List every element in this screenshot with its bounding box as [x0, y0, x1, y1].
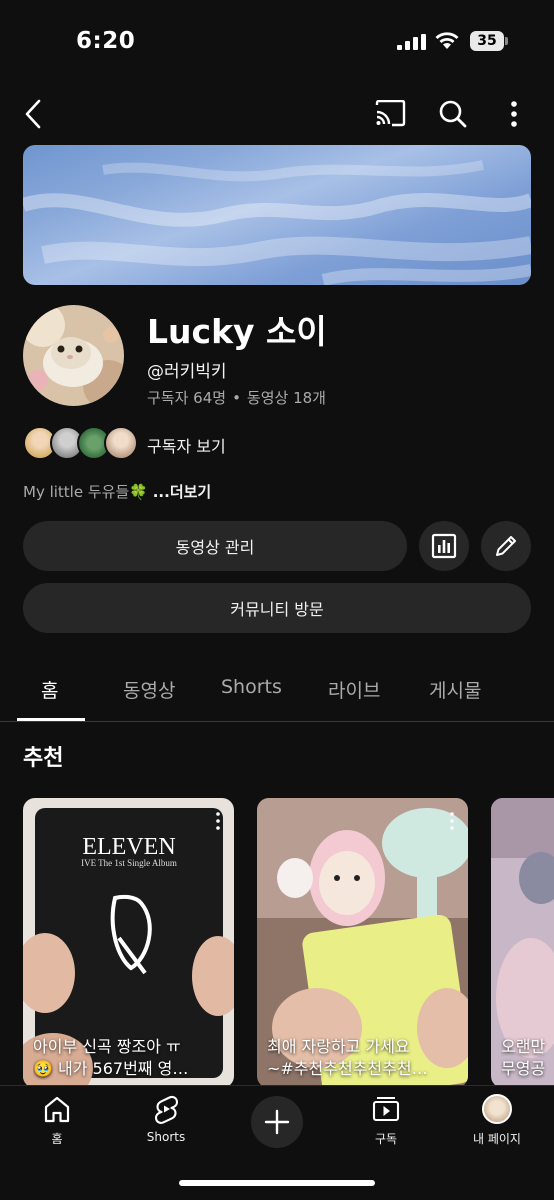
back-button[interactable] — [16, 96, 52, 132]
hamster-avatar-image — [23, 305, 124, 406]
short-title-line1: 아이부 신곡 짱조아 ㅠ — [33, 1037, 181, 1056]
tab-live[interactable]: 라이브 — [328, 676, 380, 703]
short-title: 오랜만 무영공 — [501, 1036, 554, 1080]
short-title: 최애 자랑하고 가세요 ~#추천추천추천추천… — [267, 1036, 460, 1080]
subscriber-count: 구독자 64명 — [147, 389, 227, 407]
channel-name: Lucky 소이 — [147, 312, 327, 351]
home-icon — [44, 1096, 70, 1123]
stats-separator: • — [232, 389, 241, 407]
cast-icon — [375, 100, 406, 127]
more-options-button[interactable] — [496, 96, 532, 132]
analytics-button[interactable] — [419, 521, 469, 571]
plus-icon — [264, 1109, 290, 1135]
short-options-icon[interactable] — [450, 812, 454, 830]
battery-level: 35 — [470, 31, 504, 51]
nav-shorts-label: Shorts — [146, 1130, 186, 1144]
subscriber-avatar — [104, 426, 138, 460]
view-subscribers-link[interactable]: 구독자 보기 — [147, 433, 226, 457]
search-icon — [439, 100, 467, 128]
short-title-line2: 🥹 내가 567번째 영… — [33, 1059, 189, 1078]
short-title: 아이부 신곡 짱조아 ㅠ 🥹 내가 567번째 영… — [33, 1036, 226, 1080]
section-title: 추천 — [23, 746, 64, 771]
short-options-icon[interactable] — [216, 812, 220, 830]
short-card[interactable]: ELEVEN IVE The 1st Single Album 아이부 신곡 짱… — [23, 798, 234, 1088]
nav-home[interactable]: 홈 — [12, 1094, 102, 1147]
channel-banner — [23, 145, 531, 285]
status-time: 6:20 — [76, 28, 136, 54]
description-text: My little 두유들🍀 — [23, 483, 148, 501]
pencil-icon — [496, 536, 516, 556]
short-title-line1: 최애 자랑하고 가세요 — [267, 1037, 410, 1056]
channel-handle: @러키빅키 — [147, 362, 227, 382]
active-tab-indicator — [17, 718, 85, 721]
nav-shorts[interactable]: Shorts — [121, 1094, 211, 1144]
channel-stats: 구독자 64명 • 동영상 18개 — [147, 387, 326, 408]
analytics-icon — [431, 533, 457, 559]
subscriber-avatars[interactable] — [23, 426, 138, 462]
visit-community-button[interactable]: 커뮤니티 방문 — [23, 583, 531, 633]
nav-subscriptions[interactable]: 구독 — [341, 1094, 431, 1147]
tab-videos[interactable]: 동영상 — [123, 676, 175, 703]
nav-my-page[interactable]: 내 페이지 — [452, 1094, 542, 1147]
status-bar: 6:20 35 — [0, 0, 554, 80]
search-button[interactable] — [435, 96, 471, 132]
tab-shorts[interactable]: Shorts — [221, 676, 282, 698]
nav-my-page-label: 내 페이지 — [473, 1132, 521, 1146]
cast-button[interactable] — [372, 96, 408, 132]
short-title-line1: 오랜만 — [501, 1037, 546, 1056]
short-card[interactable]: 최애 자랑하고 가세요 ~#추천추천추천추천… — [257, 798, 468, 1088]
nav-subscriptions-label: 구독 — [374, 1132, 398, 1146]
create-button[interactable] — [251, 1096, 303, 1148]
wifi-icon — [435, 32, 459, 49]
shorts-icon — [154, 1095, 179, 1124]
channel-tabs: 홈 동영상 Shorts 라이브 게시물 — [0, 660, 554, 722]
more-link[interactable]: ...더보기 — [153, 483, 212, 501]
home-indicator — [179, 1180, 375, 1186]
edit-channel-button[interactable] — [481, 521, 531, 571]
short-title-line2: 무영공 — [501, 1059, 546, 1078]
cellular-signal-icon — [397, 34, 426, 50]
short-title-line2: ~#추천추천추천추천… — [267, 1059, 428, 1078]
manage-videos-button[interactable]: 동영상 관리 — [23, 521, 407, 571]
channel-description[interactable]: My little 두유들🍀 ...더보기 — [23, 481, 211, 502]
sky-clouds-image — [23, 160, 531, 285]
album-title: ELEVEN — [82, 834, 175, 860]
tab-posts[interactable]: 게시물 — [429, 676, 481, 703]
profile-avatar-icon — [482, 1094, 512, 1124]
album-subtitle: IVE The 1st Single Album — [81, 858, 177, 868]
subscriptions-icon — [372, 1097, 400, 1122]
battery-indicator: 35 — [470, 31, 508, 51]
video-count: 동영상 18개 — [246, 389, 326, 407]
chevron-left-icon — [25, 99, 41, 129]
nav-home-label: 홈 — [51, 1132, 63, 1146]
short-card[interactable]: 오랜만 무영공 — [491, 798, 554, 1088]
tab-home[interactable]: 홈 — [41, 676, 58, 703]
channel-avatar[interactable] — [23, 305, 124, 406]
more-vertical-icon — [511, 101, 517, 127]
